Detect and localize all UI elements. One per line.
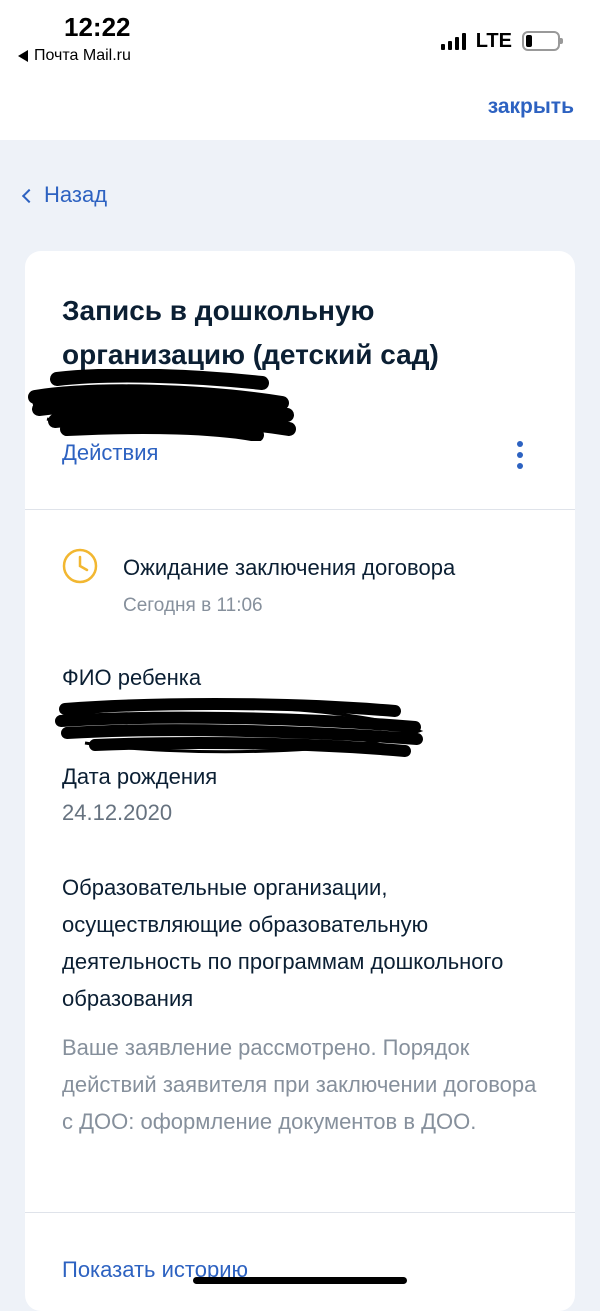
chevron-left-icon [21, 188, 37, 203]
status-time: 12:22 [64, 12, 131, 42]
status-timestamp: Сегодня в 11:06 [123, 595, 263, 616]
actions-link[interactable]: Действия [62, 440, 158, 466]
redaction-scribble-name [55, 698, 424, 757]
divider [25, 1212, 575, 1213]
birth-date-value: 24.12.2020 [62, 800, 173, 825]
organization-title: Образовательные организации, осуществляю… [62, 875, 504, 1011]
home-indicator [193, 1277, 407, 1284]
child-name-label: ФИО ребенка [62, 665, 202, 690]
clock-icon [62, 548, 98, 584]
back-to-app-link[interactable]: Почта Mail.ru [18, 47, 131, 65]
redaction-scribble [28, 369, 296, 441]
back-triangle-icon [18, 50, 28, 62]
status-text: Ожидание заключения договора [123, 555, 456, 580]
application-card: Запись в дошкольную организацию (детский… [25, 251, 575, 1311]
organization-description: Ваше заявление рассмотрено. Порядок дейс… [62, 1035, 537, 1134]
close-button[interactable]: закрыть [488, 95, 574, 119]
back-label: Назад [44, 182, 108, 207]
signal-icon [440, 32, 466, 50]
network-type: LTE [475, 29, 512, 52]
divider [25, 509, 575, 510]
more-vertical-icon[interactable] [515, 441, 525, 469]
top-bar: 12:22 Почта Mail.ru LTE закрыть [0, 0, 600, 140]
status-indicators: LTE [440, 28, 563, 54]
back-button[interactable]: Назад [21, 182, 108, 208]
application-title: Запись в дошкольную организацию (детский… [62, 295, 439, 370]
birth-date-label: Дата рождения [62, 764, 218, 789]
battery-icon [522, 31, 563, 51]
back-app-label: Почта Mail.ru [34, 47, 131, 64]
